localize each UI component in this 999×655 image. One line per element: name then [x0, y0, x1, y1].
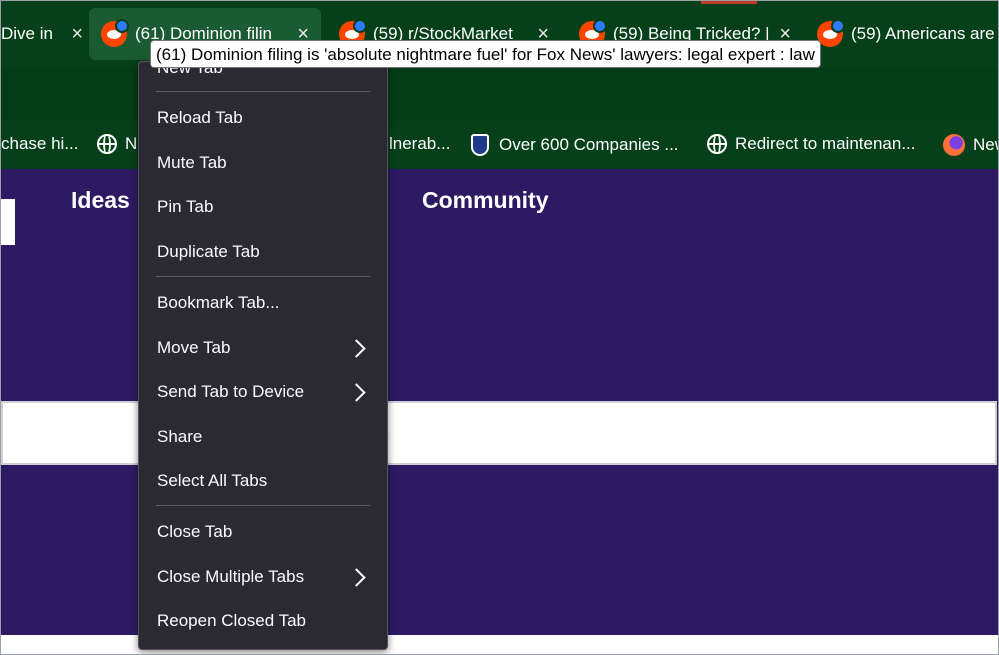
tab-americans-are[interactable]: (59) Americans are	[817, 8, 998, 60]
reddit-icon	[101, 19, 129, 47]
tab-dive-in[interactable]: Dive in ×	[1, 8, 83, 60]
close-icon[interactable]: ×	[71, 23, 83, 46]
menu-item-label: Bookmark Tab...	[157, 293, 280, 312]
bookmark-label: N	[125, 134, 138, 153]
bookmark-item[interactable]: Over 600 Companies ...	[471, 134, 679, 156]
bookmark-label: New	[973, 135, 998, 154]
globe-icon	[707, 134, 727, 154]
bookmark-label: Redirect to maintenan...	[735, 134, 916, 153]
menu-item-bookmark-tab[interactable]: Bookmark Tab...	[157, 285, 369, 321]
firefox-icon	[943, 134, 965, 156]
menu-separator	[156, 276, 370, 277]
globe-icon	[97, 134, 117, 154]
menu-separator	[156, 505, 370, 506]
tab-title: Dive in	[1, 24, 53, 43]
bookmark-label: chase hi...	[1, 134, 79, 153]
menu-item-select-all-tabs[interactable]: Select All Tabs	[157, 463, 369, 499]
tab-accent-bar	[701, 1, 757, 4]
menu-item-label: Mute Tab	[157, 153, 227, 172]
menu-item-label: Duplicate Tab	[157, 242, 260, 261]
browser-window: Dive in × (61) Dominion filin × (59) r/S…	[0, 0, 999, 655]
reddit-icon	[817, 19, 845, 47]
menu-item-duplicate-tab[interactable]: Duplicate Tab	[157, 234, 369, 270]
menu-item-label: Select All Tabs	[157, 471, 268, 490]
menu-item-mute-tab[interactable]: Mute Tab	[157, 145, 369, 181]
menu-item-label: Share	[157, 427, 203, 446]
menu-item-label: Close Multiple Tabs	[157, 567, 305, 586]
chevron-right-icon	[347, 382, 366, 402]
menu-item-reopen-closed-tab[interactable]: Reopen Closed Tab	[157, 603, 369, 639]
tab-title: (59) Americans are	[851, 24, 995, 43]
tab-context-menu: New Tab Reload Tab Mute Tab Pin Tab Dupl…	[138, 58, 388, 650]
bookmark-label: lnerab...	[389, 134, 451, 153]
bookmark-item[interactable]: N	[97, 134, 137, 154]
site-logo[interactable]	[1, 199, 15, 245]
shield-icon	[471, 134, 489, 156]
menu-item-close-tab[interactable]: Close Tab	[157, 514, 369, 550]
chevron-right-icon	[347, 338, 366, 358]
menu-item-label: Reload Tab	[157, 108, 243, 127]
bookmark-item[interactable]: chase hi...	[1, 134, 79, 154]
menu-item-move-tab[interactable]: Move Tab	[157, 330, 369, 366]
bookmark-item[interactable]: Redirect to maintenan...	[707, 134, 915, 154]
menu-item-send-tab-to-device[interactable]: Send Tab to Device	[157, 374, 369, 410]
bookmark-item[interactable]: New	[943, 134, 998, 156]
menu-item-close-multiple-tabs[interactable]: Close Multiple Tabs	[157, 559, 369, 595]
tab-tooltip: (61) Dominion filing is 'absolute nightm…	[150, 40, 821, 68]
menu-item-share[interactable]: Share	[157, 419, 369, 455]
menu-item-label: Move Tab	[157, 338, 231, 357]
chevron-right-icon	[347, 567, 366, 587]
menu-item-reload-tab[interactable]: Reload Tab	[157, 100, 369, 136]
menu-item-label: Pin Tab	[157, 197, 214, 216]
menu-item-label: Send Tab to Device	[157, 382, 305, 401]
bookmark-label: Over 600 Companies ...	[499, 135, 679, 154]
menu-item-pin-tab[interactable]: Pin Tab	[157, 189, 369, 225]
menu-separator	[156, 91, 370, 92]
nav-link-community[interactable]: Community	[422, 187, 549, 214]
nav-link-ideas[interactable]: Ideas	[71, 187, 130, 214]
menu-item-label: Reopen Closed Tab	[157, 611, 307, 630]
menu-item-label: Close Tab	[157, 522, 233, 541]
bookmark-item[interactable]: lnerab...	[389, 134, 450, 154]
